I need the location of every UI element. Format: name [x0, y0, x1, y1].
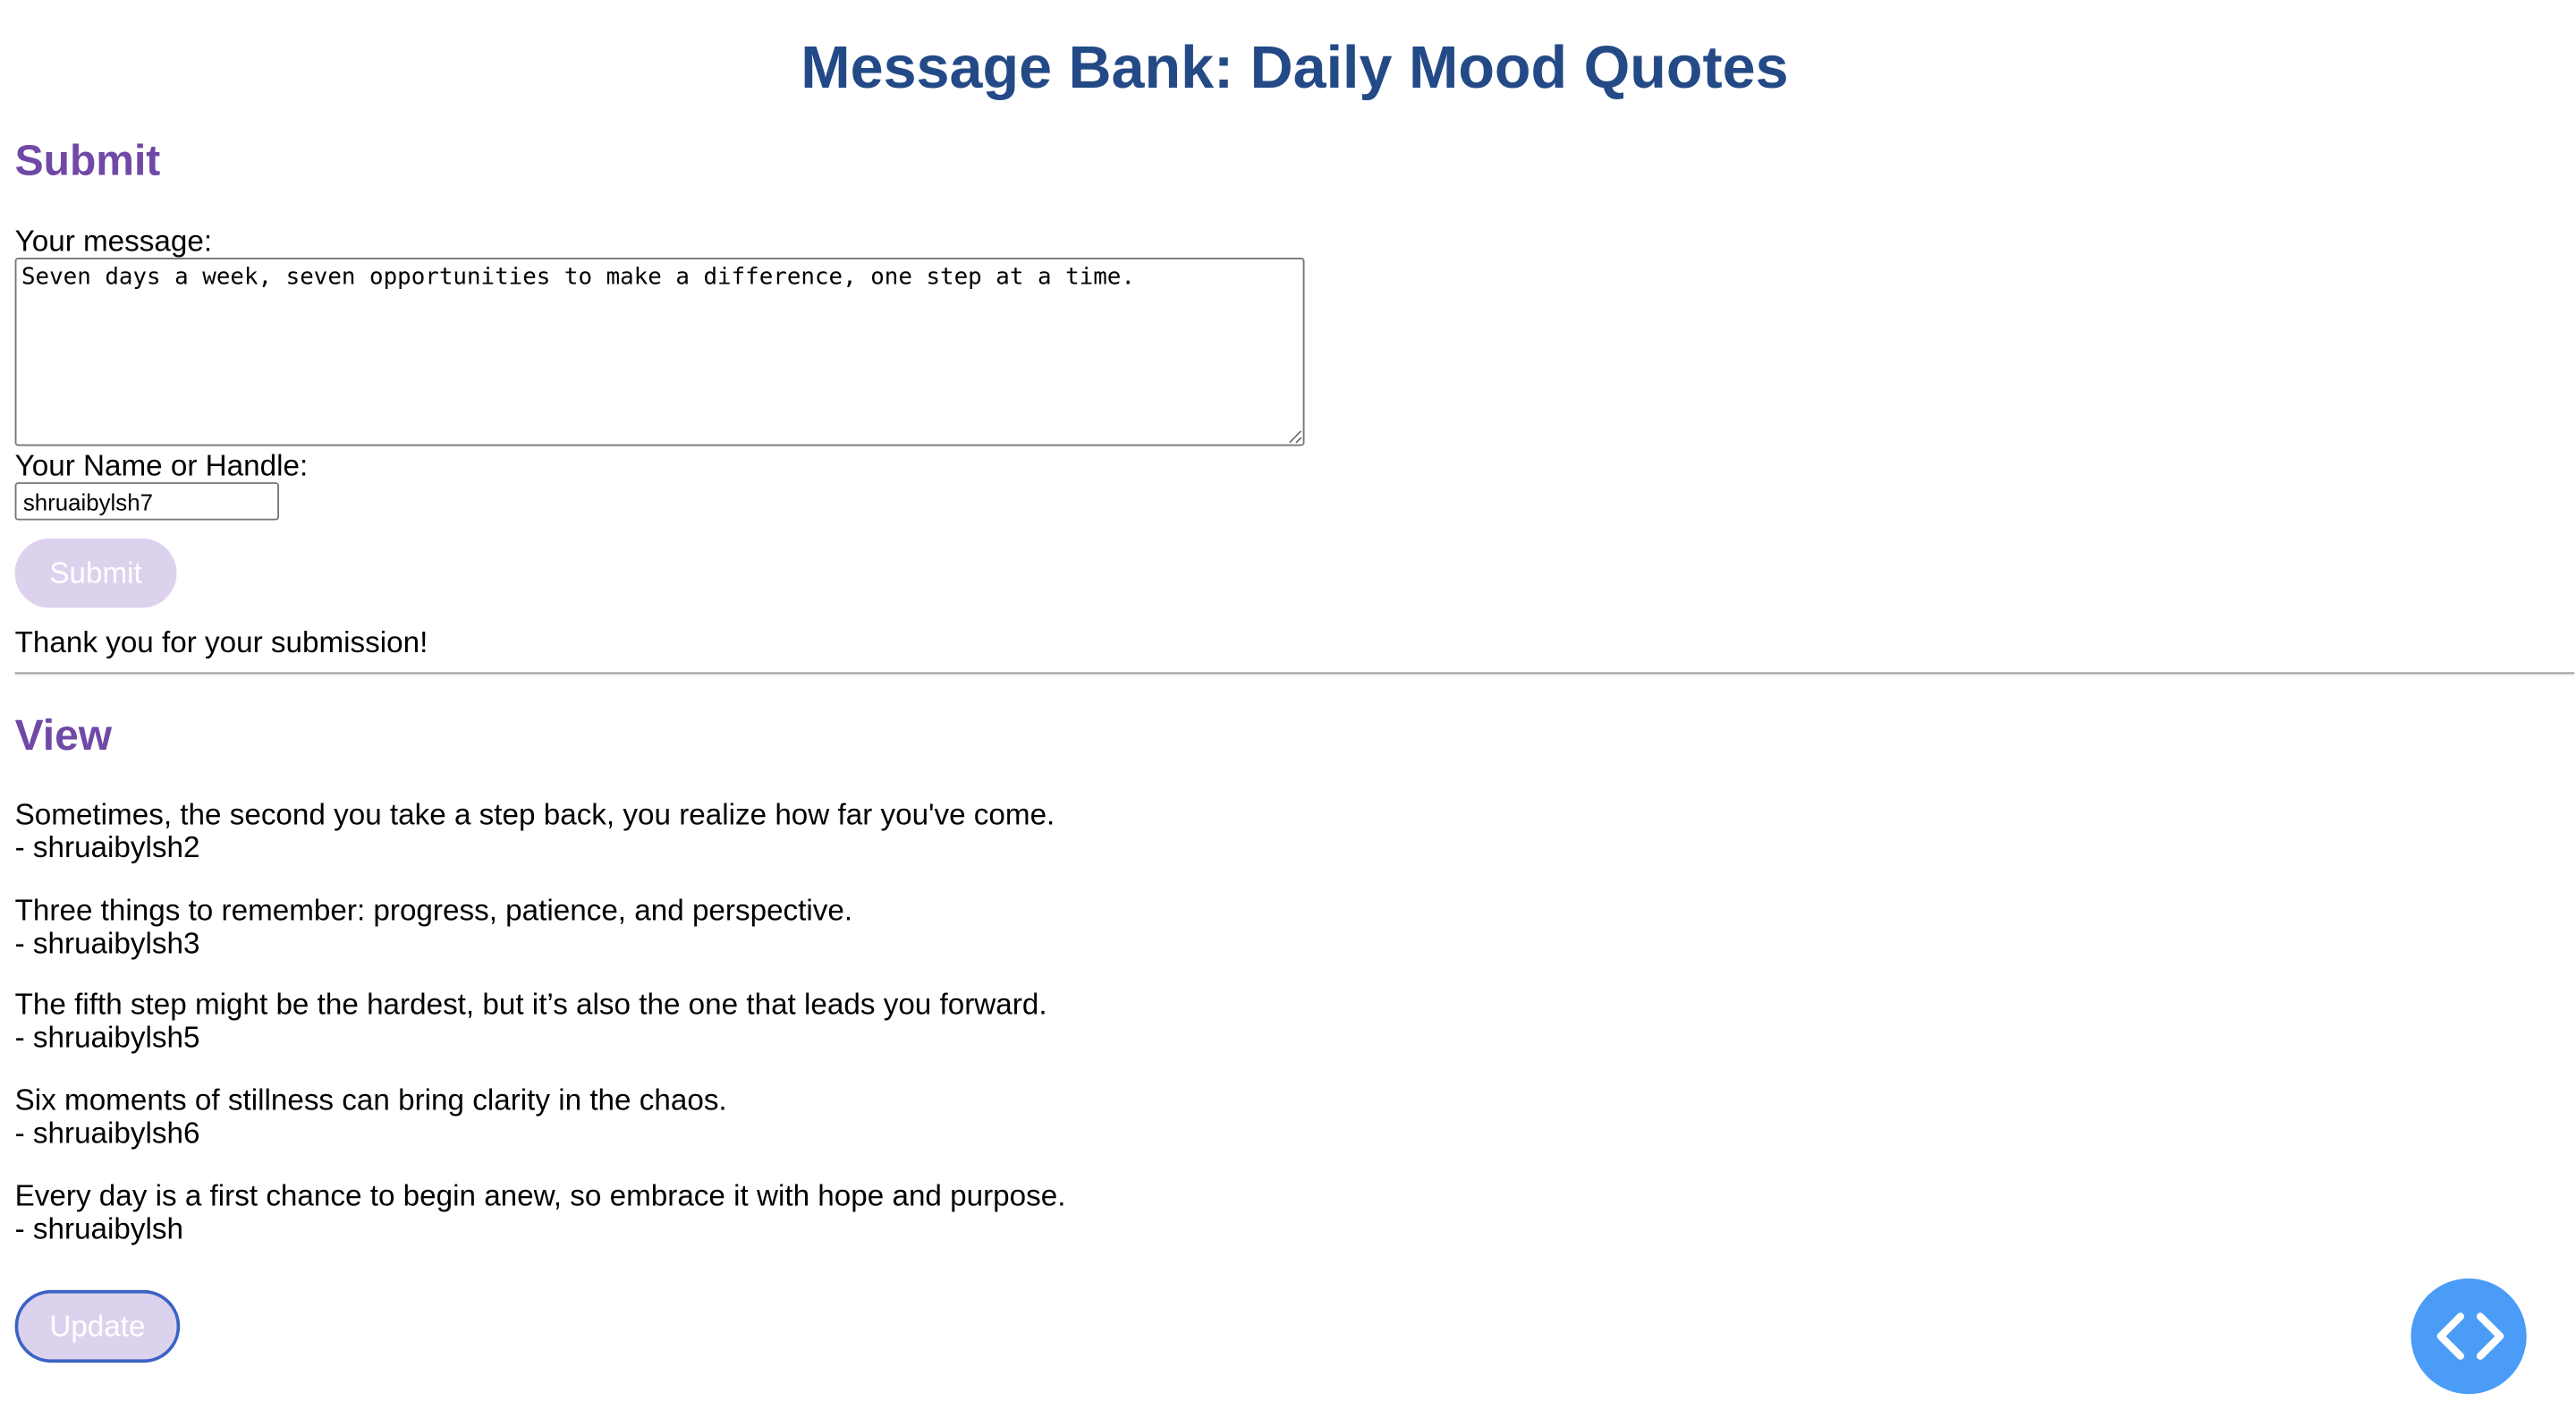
page: Message Bank: Daily Mood Quotes Submit Y…	[0, 0, 2576, 1409]
name-input[interactable]	[14, 482, 280, 521]
submit-button[interactable]: Submit	[14, 538, 177, 608]
message-label: Your message:	[14, 225, 213, 259]
message-author: - shruaibylsh5	[14, 1020, 200, 1054]
message-item: Six moments of stillness can bring clari…	[15, 1083, 1996, 1150]
submit-heading: Submit	[14, 135, 161, 185]
message-text: Three things to remember: progress, pati…	[14, 893, 853, 927]
message-item: Sometimes, the second you take a step ba…	[15, 798, 1996, 864]
code-toggle-button[interactable]	[2411, 1278, 2527, 1395]
message-item: Every day is a first chance to begin ane…	[15, 1179, 1996, 1245]
thank-you-message: Thank you for your submission!	[14, 625, 428, 659]
message-item: Three things to remember: progress, pati…	[15, 894, 1996, 960]
message-text: Sometimes, the second you take a step ba…	[14, 797, 1055, 831]
message-text: Six moments of stillness can bring clari…	[14, 1083, 727, 1117]
message-item: The fifth step might be the hardest, but…	[15, 988, 1996, 1054]
page-title: Message Bank: Daily Mood Quotes	[801, 32, 1789, 101]
message-textarea[interactable]: Seven days a week, seven opportunities t…	[14, 258, 1305, 446]
name-label: Your Name or Handle:	[14, 449, 309, 483]
message-author: - shruaibylsh6	[14, 1117, 200, 1150]
message-author: - shruaibylsh3	[14, 926, 200, 960]
message-author: - shruaibylsh2	[14, 830, 200, 864]
code-brackets-icon	[2436, 1312, 2504, 1360]
message-text: Every day is a first chance to begin ane…	[14, 1179, 1066, 1213]
view-heading: View	[14, 709, 113, 760]
update-button[interactable]: Update	[14, 1289, 181, 1363]
message-author: - shruaibylsh	[14, 1212, 184, 1246]
message-text: The fifth step might be the hardest, but…	[14, 988, 1047, 1021]
section-divider	[14, 672, 2575, 676]
